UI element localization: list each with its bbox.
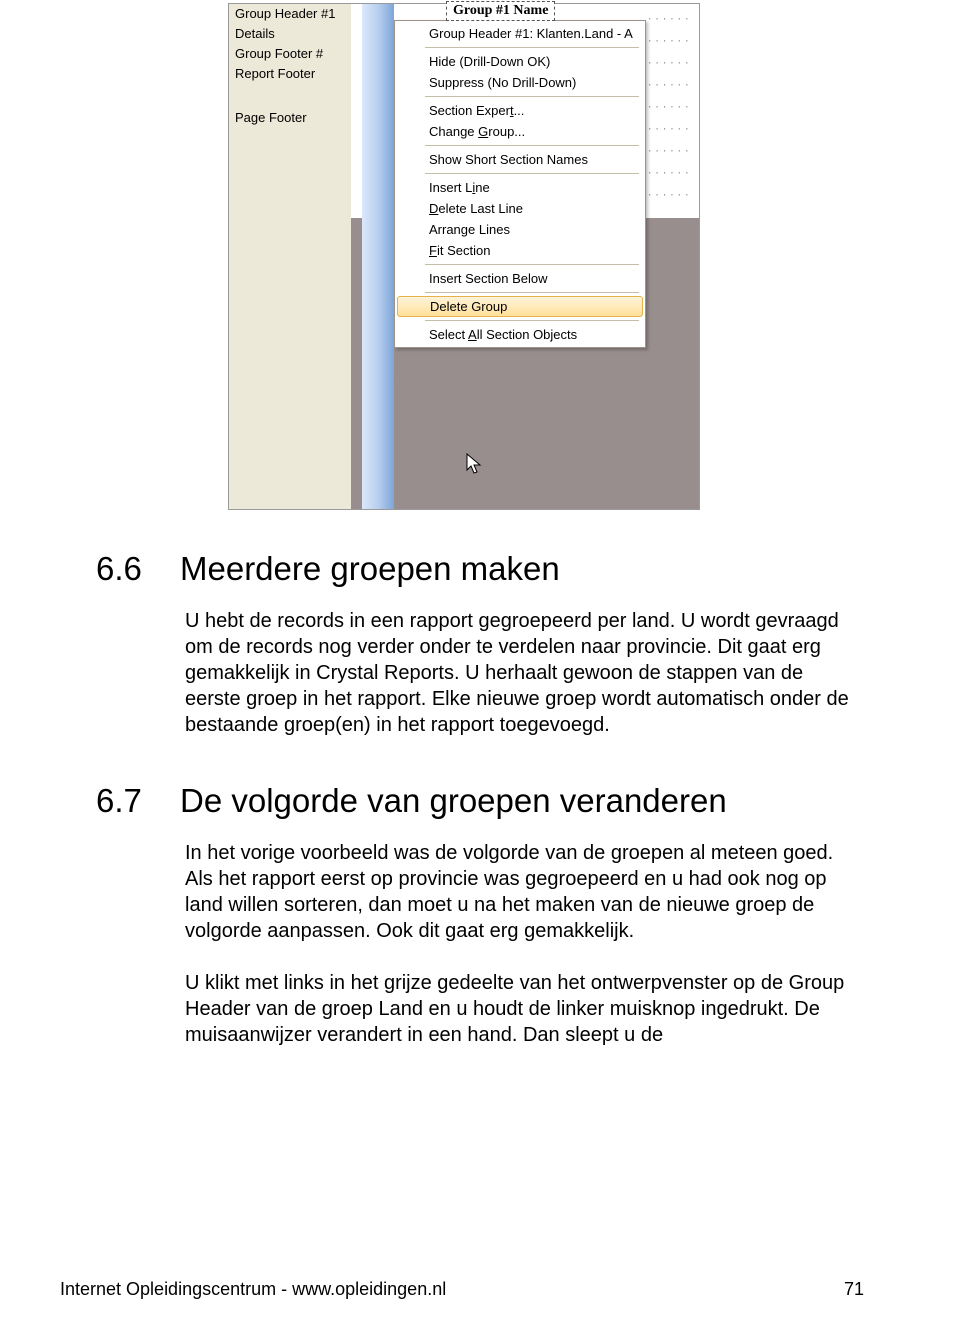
- menu-item-delete-last-line[interactable]: Delete Last Line: [395, 198, 645, 219]
- menu-item-change-group[interactable]: Change Group...: [395, 121, 645, 142]
- design-dot-rows: ········································…: [647, 9, 697, 207]
- crystal-reports-screenshot: ········································…: [228, 3, 700, 510]
- menu-separator: [425, 47, 639, 48]
- section-label: Details: [229, 24, 351, 44]
- page-footer: Internet Opleidingscentrum - www.opleidi…: [0, 1279, 960, 1300]
- menu-separator: [425, 173, 639, 174]
- menu-item-header[interactable]: Group Header #1: Klanten.Land - A: [395, 23, 645, 44]
- menu-item-section-expert[interactable]: Section Expert...: [395, 100, 645, 121]
- paragraph: U hebt de records in een rapport gegroep…: [185, 608, 864, 738]
- heading-6-6: 6.6 Meerdere groepen maken: [96, 550, 864, 588]
- context-menu-stripe: [362, 4, 394, 509]
- menu-separator: [425, 145, 639, 146]
- menu-separator: [425, 96, 639, 97]
- sections-pane: Group Header #1 Details Group Footer # R…: [229, 4, 351, 509]
- page-body: 6.6 Meerdere groepen maken U hebt de rec…: [0, 532, 960, 1048]
- heading-number: 6.6: [96, 550, 156, 588]
- footer-page-number: 71: [844, 1279, 864, 1300]
- menu-separator: [425, 320, 639, 321]
- heading-title: De volgorde van groepen veranderen: [180, 782, 727, 820]
- menu-separator: [425, 292, 639, 293]
- menu-item-insert-section-below[interactable]: Insert Section Below: [395, 268, 645, 289]
- paragraph: In het vorige voorbeeld was de volgorde …: [185, 840, 864, 944]
- menu-item-insert-line[interactable]: Insert Line: [395, 177, 645, 198]
- footer-left: Internet Opleidingscentrum - www.opleidi…: [60, 1279, 446, 1300]
- menu-item-select-all-objects[interactable]: Select All Section Objects: [395, 324, 645, 345]
- paragraph: U klikt met links in het grijze gedeelte…: [185, 970, 864, 1048]
- menu-item-arrange-lines[interactable]: Arrange Lines: [395, 219, 645, 240]
- section-label: Page Footer: [229, 108, 351, 128]
- menu-item-suppress[interactable]: Suppress (No Drill-Down): [395, 72, 645, 93]
- menu-item-delete-group[interactable]: Delete Group: [397, 296, 643, 317]
- section-label: Group Footer #: [229, 44, 351, 64]
- cursor-icon: [466, 453, 484, 480]
- heading-number: 6.7: [96, 782, 156, 820]
- heading-title: Meerdere groepen maken: [180, 550, 560, 588]
- section-label: Group Header #1: [229, 4, 351, 24]
- section-label: Report Footer: [229, 64, 351, 84]
- menu-item-hide[interactable]: Hide (Drill-Down OK): [395, 51, 645, 72]
- context-menu: Group Header #1: Klanten.Land - A Hide (…: [394, 20, 646, 348]
- group-name-field: Group #1 Name: [446, 1, 555, 21]
- menu-item-fit-section[interactable]: Fit Section: [395, 240, 645, 261]
- heading-6-7: 6.7 De volgorde van groepen veranderen: [96, 782, 864, 820]
- menu-separator: [425, 264, 639, 265]
- menu-item-short-names[interactable]: Show Short Section Names: [395, 149, 645, 170]
